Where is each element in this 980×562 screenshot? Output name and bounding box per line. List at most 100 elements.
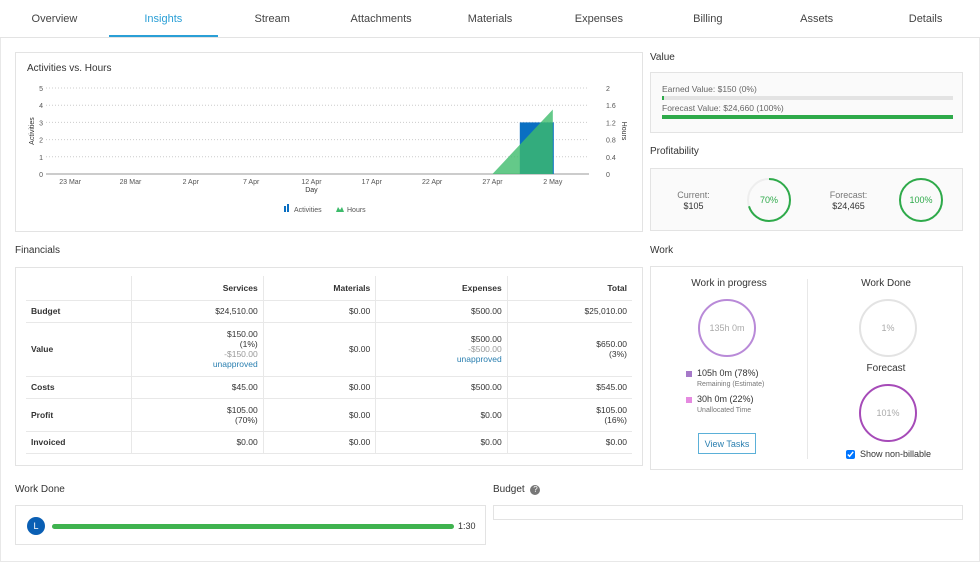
x-tick-label: 7 Apr xyxy=(243,179,260,186)
table-cell: $0.00 xyxy=(375,431,508,454)
view-tasks-button[interactable]: View Tasks xyxy=(698,433,756,454)
current-label: Current: xyxy=(677,190,710,200)
table-cell: $150.00 (1%) -$150.00 unapproved xyxy=(131,322,264,377)
y-tick-label: 3 xyxy=(39,120,43,127)
x-tick-label: 17 Apr xyxy=(362,179,383,186)
cell-value: (70%) xyxy=(235,414,258,425)
activities-legend-label: Activities xyxy=(294,207,322,214)
forecast-profit: $24,465 xyxy=(832,201,865,211)
column-header: Total xyxy=(507,276,632,301)
table-row: Value $150.00 (1%) -$150.00 unapproved $0.00 $… xyxy=(26,322,632,377)
cell-value: -$150.00 xyxy=(224,349,258,359)
x-tick-label: 2 Apr xyxy=(183,179,200,186)
table-cell: $0.00 xyxy=(263,376,377,399)
question-circle-icon[interactable]: ? xyxy=(530,485,541,495)
row-label: Invoiced xyxy=(26,431,133,454)
cell-value: $0.00 xyxy=(348,382,371,392)
table-cell: $25,010.00 xyxy=(507,300,632,323)
table-cell: $0.00 xyxy=(263,322,377,377)
value-card: Earned Value: $150 (0%) Forecast Value: … xyxy=(650,72,963,133)
earned-value-bar xyxy=(662,96,953,100)
financials-card: Services Materials Expenses Total Budget $24,… xyxy=(15,267,643,466)
show-non-billable[interactable]: Show non-billable xyxy=(846,449,931,459)
unapproved-link[interactable]: unapproved xyxy=(137,359,258,369)
cell-value: $545.00 xyxy=(596,382,627,392)
work-done-section-title: Work Done xyxy=(15,484,65,495)
table-row: Costs $45.00 $0.00 $500.00 $545.00 xyxy=(26,376,632,399)
cell-value: $105.00 xyxy=(596,404,627,415)
tab-overview[interactable]: Overview xyxy=(0,0,109,37)
x-tick-label: 27 Apr xyxy=(482,179,503,186)
table-cell: $0.00 xyxy=(507,431,632,454)
work-card: Work in progress 135h 0m 105h 0m (78%) R… xyxy=(650,266,963,470)
value-title: Value xyxy=(650,52,675,63)
avatar: L xyxy=(27,517,45,535)
show-non-billable-label: Show non-billable xyxy=(860,449,932,459)
work-done-card: L 1:30 xyxy=(15,505,486,545)
column-header: Expenses xyxy=(375,276,508,301)
tab-assets[interactable]: Assets xyxy=(762,0,871,37)
activities-hours-chart: 0 1 2 3 4 5 0 0.4 0.8 1.2 1.6 2 23 Mar 28 Mar 2 Apr 7 A… xyxy=(29,86,627,214)
work-done-ring: 1% xyxy=(859,299,917,357)
cell-value: (3%) xyxy=(609,349,627,359)
tab-billing[interactable]: Billing xyxy=(653,0,762,37)
table-cell: $105.00 (16%) xyxy=(507,398,632,432)
cell-value: $0.00 xyxy=(348,344,371,354)
show-non-billable-checkbox[interactable] xyxy=(846,449,855,459)
tab-bar: Overview Insights Stream Attachments Materia… xyxy=(0,0,980,38)
row-label: Value xyxy=(26,322,133,377)
x-tick-label: 23 Mar xyxy=(59,179,81,186)
earned-value-label: Earned Value: $150 (0%) xyxy=(662,84,757,94)
tab-materials[interactable]: Materials xyxy=(436,0,545,37)
cell-value: $0.00 xyxy=(605,437,627,447)
cell-value: $150.00 xyxy=(227,329,258,339)
wip-ring: 135h 0m xyxy=(698,299,756,357)
chart-title: Activities vs. Hours xyxy=(27,63,112,74)
y2-tick-label: 0.4 xyxy=(606,155,616,162)
wip-title: Work in progress xyxy=(691,278,767,289)
table-cell: $0.00 xyxy=(263,300,377,323)
x-tick-label: 28 Mar xyxy=(120,179,142,186)
forecast-label: Forecast: xyxy=(829,190,868,200)
x-tick-label: 12 Apr xyxy=(301,179,322,186)
financials-title: Financials xyxy=(15,245,61,256)
column-header: Services xyxy=(131,276,264,301)
forecast-pct: 100% xyxy=(909,195,932,205)
remaining-value: 105h 0m (78%) xyxy=(697,368,759,378)
cell-value: -$500.00 xyxy=(468,344,502,354)
tab-expenses[interactable]: Expenses xyxy=(544,0,653,37)
forecast-value-bar xyxy=(662,115,953,119)
activities-hours-chart-card: Activities vs. Hours 0 1 2 3 4 5 0 0.4 0.8 1.2 1.6… xyxy=(15,52,643,232)
row-label: Profit xyxy=(26,398,133,432)
cell-value: $500.00 xyxy=(470,334,502,344)
table-cell: $500.00 xyxy=(375,300,508,323)
cell-value: $0.00 xyxy=(348,437,371,447)
tab-insights[interactable]: Insights xyxy=(108,0,218,37)
y-tick-label: 2 xyxy=(39,138,43,145)
budget-card xyxy=(493,505,963,520)
wip-total: 135h 0m xyxy=(709,323,745,333)
remaining-label: Remaining (Estimate) xyxy=(697,381,765,388)
cell-value: $0.00 xyxy=(480,437,502,447)
table-cell: $500.00 -$500.00 unapproved xyxy=(375,322,508,377)
y-tick-label: 4 xyxy=(39,103,43,110)
cell-value: (16%) xyxy=(604,414,627,425)
unapproved-link[interactable]: unapproved xyxy=(381,354,502,364)
y2-tick-label: 1.2 xyxy=(606,120,616,127)
row-label: Budget xyxy=(26,300,133,323)
current-profit: $105 xyxy=(683,201,704,211)
column-header: Materials xyxy=(263,276,377,301)
tab-attachments[interactable]: Attachments xyxy=(327,0,436,37)
table-cell: $24,510.00 xyxy=(131,300,264,323)
tab-stream[interactable]: Stream xyxy=(218,0,327,37)
current-pct: 70% xyxy=(760,195,778,205)
cell-value: $0.00 xyxy=(236,437,258,447)
tab-details[interactable]: Details xyxy=(871,0,980,37)
cell-value: $24,510.00 xyxy=(215,306,258,316)
budget-title: Budget ? xyxy=(493,484,541,495)
work-title: Work xyxy=(650,245,674,256)
y2-axis-label: Hours xyxy=(620,122,627,141)
table-row: Invoiced $0.00 $0.00 $0.00 $0.00 xyxy=(26,431,632,454)
table-cell: $650.00 (3%) xyxy=(507,322,632,377)
y-tick-label: 1 xyxy=(39,155,43,162)
